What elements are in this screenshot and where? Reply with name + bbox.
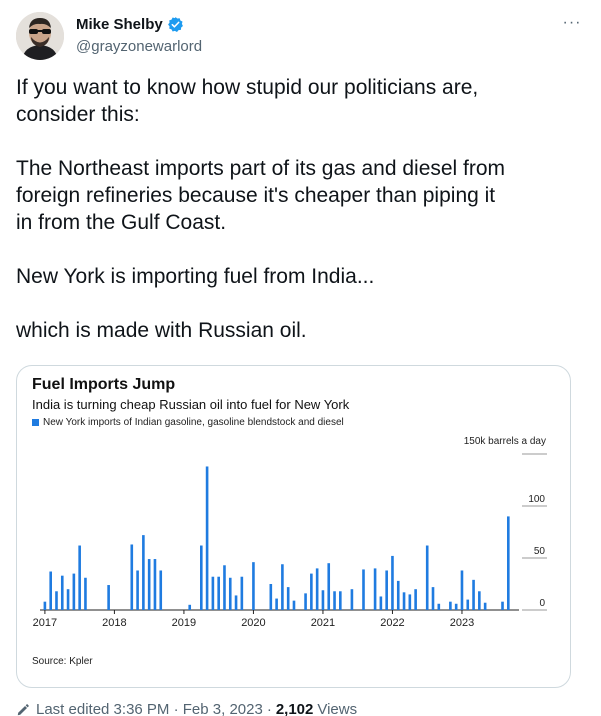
chart-bar [391,555,394,610]
chart-bar [379,596,383,610]
x-tick-label: 2019 [172,617,196,629]
views-count: 2,102 [275,701,314,716]
chart-bar [142,535,145,610]
chart-bar [460,570,464,610]
pencil-icon [17,703,29,715]
chart-bar [373,568,377,610]
chart-bar [425,545,429,610]
x-tick-label: 2018 [102,617,126,629]
chart-bar [188,604,192,610]
chart-bar [223,565,226,610]
chart-bar [269,584,273,610]
chart-bar [292,600,296,610]
name-row: Mike Shelby [76,16,184,33]
separator-dot: · [266,701,272,716]
tweet-header: Mike Shelby @grayzonewarlord ··· [16,12,585,62]
chart-bar [159,570,163,610]
chart-image-card[interactable]: Fuel Imports Jump India is turning cheap… [16,365,571,688]
chart-bar [437,603,441,610]
chart-plot: 0 50 100 2017 2018 2019 2020 2021 2022 2023 [33,453,547,629]
chart-bar [402,592,406,610]
x-tick-label: 2021 [311,617,335,629]
display-name[interactable]: Mike Shelby [76,16,163,33]
tweet-footer: Last edited 3:36 PM · Feb 3, 2023 · 2,10… [16,701,357,716]
legend-swatch [32,419,39,426]
y-tick-label: 0 [539,598,545,609]
chart-bar [281,564,284,610]
y-tick-label: 100 [528,494,545,505]
chart-bar [200,545,203,610]
chart-bar [217,576,220,610]
chart-bar [78,545,81,610]
chart-subtitle: India is turning cheap Russian oil into … [32,397,350,412]
chart-bar [240,576,244,610]
chart-bar [350,589,354,610]
chart-bar [507,516,510,610]
chart-bar [431,587,435,610]
more-options-icon[interactable]: ··· [559,14,585,36]
chart-bar [310,573,313,610]
x-tick-label: 2023 [450,617,474,629]
chart-bar [321,590,325,610]
chart-bar [315,568,319,610]
chart-bar [286,587,290,610]
chart-bar [449,601,452,610]
chart-bar [362,569,365,610]
chart-bar [55,591,58,610]
chart-bar [84,577,87,610]
chart-bar [385,570,388,610]
handle[interactable]: @grayzonewarlord [76,38,202,55]
edited-timestamp[interactable]: Last edited 3:36 PM · Feb 3, 2023 [36,701,263,716]
chart-bar [414,589,417,610]
chart-bar [153,559,157,610]
x-tick-label: 2022 [380,617,404,629]
chart-bar [454,603,458,610]
chart-bar [472,579,475,610]
chart-bar [66,589,70,610]
chart-bar [327,563,331,610]
chart-bar [49,571,52,610]
views-label: Views [317,701,358,716]
chart-bar [234,595,238,610]
chart-bar [466,599,470,610]
chart-bar [130,544,134,610]
chart-bar [339,591,342,610]
chart-bar [275,598,278,610]
chart-bar [304,593,307,610]
chart-bar [43,601,47,610]
chart-bar [136,570,139,610]
verified-badge-icon [167,17,183,32]
chart-bar [60,575,64,610]
chart-bar [483,602,487,610]
chart-bar [205,466,209,610]
legend-label: New York imports of Indian gasoline, gas… [43,417,344,428]
chart-bar [396,580,400,610]
chart-source: Source: Kpler [32,656,93,667]
avatar-image [16,12,64,60]
chart-bar [72,573,76,610]
chart-bar [501,601,504,610]
y-tick-label: 50 [534,546,546,557]
chart-bar [211,576,215,610]
chart-bar [252,562,255,610]
chart-bar [107,585,110,610]
x-tick-label: 2017 [33,617,57,629]
chart-bar [147,559,151,610]
chart-bar [478,591,481,610]
chart-bar [408,594,412,610]
tweet-text: If you want to know how stupid our polit… [16,76,506,342]
avatar[interactable] [16,12,64,60]
chart-legend: New York imports of Indian gasoline, gas… [32,417,344,428]
chart-bar [333,591,336,610]
chart-title: Fuel Imports Jump [32,376,176,393]
x-tick-label: 2020 [241,617,265,629]
chart-bar [228,577,232,610]
